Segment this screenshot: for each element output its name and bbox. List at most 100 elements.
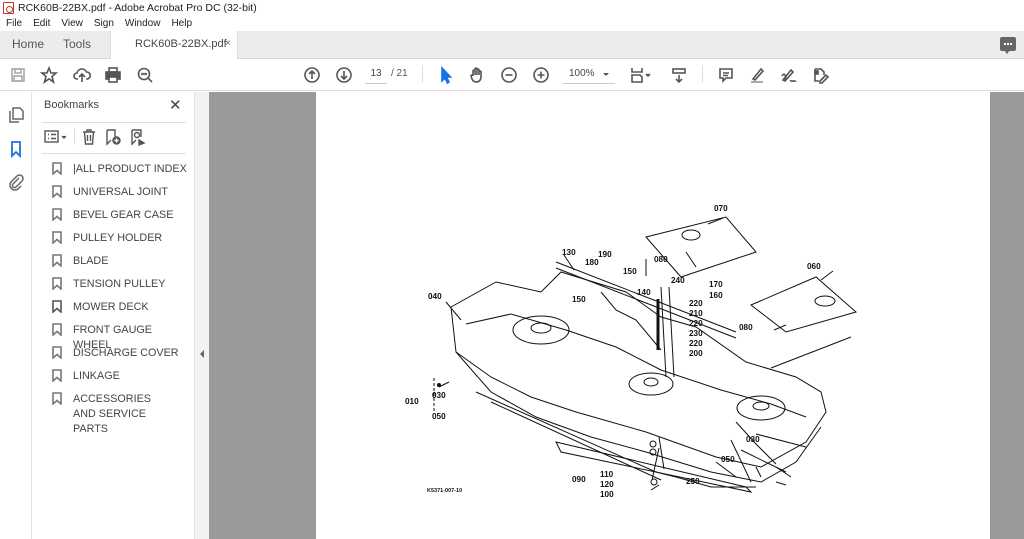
tab-home[interactable]: Home bbox=[12, 31, 44, 59]
bookmark-icon bbox=[52, 277, 62, 291]
bookmark-item[interactable]: LINKAGE bbox=[52, 369, 192, 384]
window-title: RCK60B-22BX.pdf - Adobe Acrobat Pro DC (… bbox=[18, 2, 257, 14]
bookmark-item[interactable]: MOWER DECK bbox=[52, 300, 192, 315]
page-thumbnails-icon[interactable] bbox=[7, 106, 25, 124]
bookmark-item[interactable]: DISCHARGE COVER bbox=[52, 346, 192, 361]
callout-label: 160 bbox=[709, 291, 723, 300]
bookmark-item[interactable]: |ALL PRODUCT INDEX bbox=[52, 162, 192, 177]
callout-label: 180 bbox=[585, 258, 599, 267]
select-cursor-icon[interactable] bbox=[436, 65, 456, 85]
bookmark-item[interactable]: TENSION PULLEY bbox=[52, 277, 192, 292]
panel-title: Bookmarks bbox=[44, 99, 100, 111]
menu-help[interactable]: Help bbox=[171, 18, 192, 29]
close-panel-icon[interactable]: ✕ bbox=[169, 96, 182, 114]
callout-label: 050 bbox=[432, 412, 446, 421]
new-bookmark-icon[interactable] bbox=[104, 128, 122, 146]
sign-icon[interactable] bbox=[778, 65, 798, 85]
callout-label: 090 bbox=[572, 475, 586, 484]
bookmark-icon bbox=[52, 369, 62, 383]
save-icon[interactable] bbox=[8, 65, 28, 85]
menu-file[interactable]: File bbox=[6, 18, 22, 29]
hand-tool-icon[interactable] bbox=[467, 65, 487, 85]
zoom-in-icon[interactable] bbox=[531, 65, 551, 85]
previous-page-icon[interactable] bbox=[302, 65, 322, 85]
pdf-page: 070 130 190 180 150 080 240 170 160 140 … bbox=[316, 92, 990, 539]
callout-label: 140 bbox=[637, 288, 651, 297]
upload-cloud-icon[interactable] bbox=[72, 65, 92, 85]
bookmarks-panel: Bookmarks ✕ |ALL PRODUCT INDEX UNIVERSAL… bbox=[32, 92, 194, 539]
callout-label: 080 bbox=[739, 323, 753, 332]
bookmark-structure-icon[interactable] bbox=[129, 128, 147, 147]
callout-label: 150 bbox=[623, 267, 637, 276]
divider bbox=[42, 122, 186, 123]
find-icon[interactable] bbox=[135, 65, 155, 85]
zoom-level-select[interactable]: 100% bbox=[563, 64, 615, 84]
callout-label: 120 bbox=[600, 480, 614, 489]
divider bbox=[42, 153, 186, 154]
page-total: / 21 bbox=[391, 68, 408, 79]
page-display-icon[interactable] bbox=[627, 65, 655, 85]
close-tab-icon[interactable]: × bbox=[225, 38, 231, 49]
callout-label: 210 bbox=[689, 309, 703, 318]
edit-pdf-icon[interactable] bbox=[810, 65, 830, 85]
delete-bookmark-icon[interactable] bbox=[80, 128, 98, 146]
bookmark-icon bbox=[52, 323, 62, 337]
bookmark-icon bbox=[52, 208, 62, 222]
toolbar-divider bbox=[74, 129, 75, 145]
toolbar-divider bbox=[702, 65, 703, 83]
tab-tools[interactable]: Tools bbox=[63, 31, 91, 59]
menu-edit[interactable]: Edit bbox=[33, 18, 50, 29]
print-icon[interactable] bbox=[103, 65, 123, 85]
callout-label: 060 bbox=[807, 262, 821, 271]
menu-window[interactable]: Window bbox=[125, 18, 161, 29]
document-viewer[interactable]: 070 130 190 180 150 080 240 170 160 140 … bbox=[209, 92, 1024, 539]
callout-label: 130 bbox=[562, 248, 576, 257]
callout-label: 080 bbox=[654, 255, 668, 264]
callout-label: 220 bbox=[689, 299, 703, 308]
bookmark-icon bbox=[52, 254, 62, 268]
callout-label: 170 bbox=[709, 280, 723, 289]
navigation-rail bbox=[0, 92, 32, 539]
bookmark-star-icon[interactable] bbox=[39, 65, 59, 85]
bookmark-icon bbox=[52, 346, 62, 360]
title-bar: RCK60B-22BX.pdf - Adobe Acrobat Pro DC (… bbox=[0, 0, 1024, 16]
mower-deck-exploded-diagram bbox=[433, 216, 858, 493]
menu-sign[interactable]: Sign bbox=[94, 18, 114, 29]
page-number-input[interactable]: 13 bbox=[365, 64, 387, 84]
bookmark-icon bbox=[52, 185, 62, 199]
comment-icon[interactable] bbox=[716, 65, 736, 85]
callout-label: 050 bbox=[721, 455, 735, 464]
highlight-icon[interactable] bbox=[747, 65, 767, 85]
callout-label: 150 bbox=[572, 295, 586, 304]
collapse-panel-handle[interactable] bbox=[194, 92, 209, 539]
tab-bar: Home Tools RCK60B-22BX.pdf × bbox=[0, 31, 1024, 60]
menu-bar: File Edit View Sign Window Help bbox=[0, 16, 1024, 31]
toolbar-divider bbox=[422, 65, 423, 83]
bookmark-item[interactable]: BEVEL GEAR CASE bbox=[52, 208, 192, 223]
bookmark-options-icon[interactable] bbox=[43, 128, 69, 146]
callout-label: 240 bbox=[671, 276, 685, 285]
callout-label: 230 bbox=[689, 329, 703, 338]
bookmark-icon bbox=[52, 392, 62, 406]
figure-id: K5371-007-10 bbox=[427, 488, 463, 494]
menu-view[interactable]: View bbox=[61, 18, 83, 29]
next-page-icon[interactable] bbox=[334, 65, 354, 85]
callout-label: 200 bbox=[689, 349, 703, 358]
bookmarks-icon[interactable] bbox=[7, 140, 25, 159]
bookmark-item[interactable]: ACCESSORIES AND SERVICE PARTS bbox=[52, 392, 162, 437]
bookmark-item[interactable]: BLADE bbox=[52, 254, 192, 269]
comment-bubble-icon[interactable] bbox=[1000, 37, 1016, 54]
callout-label: 250 bbox=[686, 477, 700, 486]
zoom-out-icon[interactable] bbox=[499, 65, 519, 85]
scroll-mode-icon[interactable] bbox=[669, 65, 689, 85]
callout-label: 220 bbox=[689, 319, 703, 328]
tab-document-label: RCK60B-22BX.pdf bbox=[135, 38, 227, 50]
tab-document[interactable]: RCK60B-22BX.pdf × bbox=[110, 31, 238, 60]
bookmark-item[interactable]: UNIVERSAL JOINT bbox=[52, 185, 192, 200]
attachments-icon[interactable] bbox=[7, 173, 25, 191]
callout-label: 070 bbox=[714, 204, 728, 213]
callout-label: 030 bbox=[432, 391, 446, 400]
bookmark-icon bbox=[52, 231, 62, 245]
callout-label: 030 bbox=[746, 435, 760, 444]
bookmark-item[interactable]: PULLEY HOLDER bbox=[52, 231, 192, 246]
